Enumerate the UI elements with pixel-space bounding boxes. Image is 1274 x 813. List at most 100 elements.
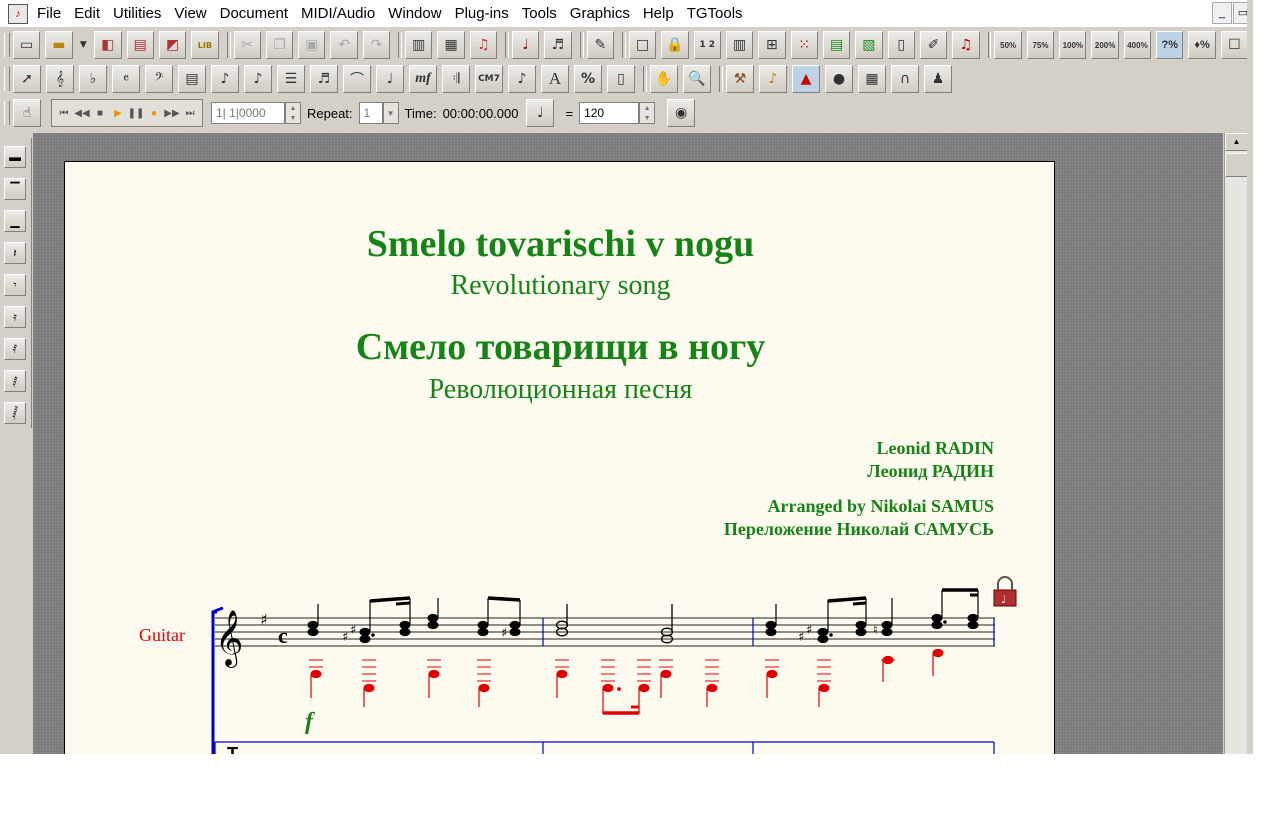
staff-tool-icon[interactable]: 𝄞	[46, 65, 74, 93]
menu-help[interactable]: Help	[638, 0, 682, 27]
clef-icon[interactable]: 𝄢	[145, 65, 173, 93]
zoom-fit-button[interactable]: ♦%	[1188, 31, 1216, 59]
page-edit-icon[interactable]: ✐	[919, 31, 948, 59]
rewind-icon[interactable]: ◀◀	[73, 103, 91, 123]
menu-edit[interactable]: Edit	[69, 0, 108, 27]
hand-grabber-icon[interactable]: ✋	[650, 65, 678, 93]
menu-graphics[interactable]: Graphics	[565, 0, 638, 27]
undo-icon[interactable]: ↶	[330, 31, 358, 59]
lyrics-icon[interactable]: ♪	[508, 65, 536, 93]
scroll-up-icon[interactable]: ▲	[1225, 133, 1248, 151]
page-view-icon[interactable]: ▦	[437, 31, 465, 59]
score-manager-icon[interactable]: ▥	[405, 31, 433, 59]
fast-forward-icon[interactable]: ▶▶	[163, 103, 181, 123]
scroll-thumb[interactable]	[1225, 153, 1248, 177]
forward-end-icon[interactable]: ⏭	[181, 103, 199, 123]
staff-icon[interactable]: ▥	[725, 31, 754, 59]
pause-icon[interactable]: ❚❚	[127, 103, 145, 123]
library-icon[interactable]: LIB	[191, 31, 219, 59]
expression-icon[interactable]: mf	[409, 65, 437, 93]
half-rest-icon[interactable]: ▁	[4, 210, 26, 232]
app-logo-icon[interactable]: ♪	[8, 3, 28, 24]
dropdown-arrow-icon[interactable]: ▼	[78, 31, 90, 59]
hundred-twenty-eighth-rest-icon[interactable]: 𝅂	[4, 402, 26, 424]
print-icon[interactable]: ▤	[126, 31, 154, 59]
smart-shape-icon[interactable]: ⌒	[343, 65, 371, 93]
cut-icon[interactable]: ✂	[233, 31, 261, 59]
menu-file[interactable]: File	[32, 0, 69, 27]
stop-icon[interactable]: ■	[91, 103, 109, 123]
tab-staff[interactable]	[214, 741, 995, 754]
zoom-50-button[interactable]: 50%	[994, 31, 1022, 59]
copy-icon[interactable]: ❐	[265, 31, 294, 59]
score-page[interactable]: Smelo tovarischi v nogu Revolutionary so…	[64, 161, 1055, 754]
zoom-100-button[interactable]: 100%	[1059, 31, 1087, 59]
measure-position-field[interactable]: 1| 1|0000	[211, 102, 285, 124]
simple-entry-icon[interactable]: ♪	[211, 65, 239, 93]
frame-icon[interactable]: □	[628, 31, 657, 59]
menu-plug-ins[interactable]: Plug-ins	[450, 0, 517, 27]
measure-tool-icon[interactable]: ▤	[178, 65, 206, 93]
hammer-icon[interactable]: ⚒	[726, 65, 754, 93]
quarter-rest-icon[interactable]: 𝄽	[4, 242, 26, 264]
measure-numbers-icon[interactable]: 1 2	[693, 31, 721, 59]
text-icon[interactable]: A	[541, 65, 569, 93]
selection-tool-icon[interactable]: ➚	[13, 65, 41, 93]
layer-alt-icon[interactable]: ▧	[855, 31, 883, 59]
zoom-custom-button[interactable]: ?%	[1156, 31, 1184, 59]
paste-icon[interactable]: ▣	[298, 31, 326, 59]
resize-icon[interactable]: %	[574, 65, 602, 93]
zoom-200-button[interactable]: 200%	[1091, 31, 1119, 59]
zoom-75-button[interactable]: 75%	[1026, 31, 1055, 59]
score-notation[interactable]: ♩ 𝄞 ♯ c ♯ ♯ ♯ ♯ ♯ ♮ f T	[65, 162, 1056, 754]
breve-rest-icon[interactable]: ▬	[4, 146, 26, 168]
chord-icon[interactable]: CM7	[475, 65, 503, 93]
minimize-button[interactable]: _	[1212, 2, 1232, 24]
redo-icon[interactable]: ↷	[362, 31, 391, 59]
rewind-start-icon[interactable]: ⏮	[55, 103, 73, 123]
eighth-rest-icon[interactable]: 𝄾	[4, 274, 26, 296]
menu-utilities[interactable]: Utilities	[108, 0, 169, 27]
mixer-icon[interactable]: ♫	[469, 31, 498, 59]
repeat-dropdown[interactable]: ▼	[382, 102, 399, 124]
graphics-tool-icon[interactable]: ▲	[792, 65, 820, 93]
menu-tools[interactable]: Tools	[517, 0, 565, 27]
overflow-tool-icon[interactable]: ☐	[1220, 31, 1249, 59]
repeat-icon[interactable]: 𝄇	[442, 65, 470, 93]
special-tools-icon[interactable]: ▯	[607, 65, 635, 93]
dotted-grid-icon[interactable]: ⁙	[790, 31, 818, 59]
mass-edit-icon[interactable]: ∩	[891, 65, 919, 93]
menu-tgtools[interactable]: TGTools	[682, 0, 751, 27]
speedy-entry-icon[interactable]: ♪	[244, 65, 272, 93]
tempo-note-icon[interactable]: ♩	[526, 99, 555, 127]
staff-styles-icon[interactable]: ▦	[858, 65, 886, 93]
note-shape-icon[interactable]: ●	[825, 65, 853, 93]
sixteenth-rest-icon[interactable]: 𝄿	[4, 306, 26, 328]
menu-document[interactable]: Document	[215, 0, 296, 27]
toolbar-grip[interactable]	[4, 67, 10, 91]
menu-window[interactable]: Window	[383, 0, 449, 27]
playback-hand-icon[interactable]: ☝	[13, 99, 41, 127]
note-mover-icon[interactable]: ♬	[544, 31, 572, 59]
speaker-icon[interactable]: ◉	[667, 99, 696, 127]
microphone-icon[interactable]: ✎	[586, 31, 614, 59]
save-icon[interactable]: ◧	[94, 31, 122, 59]
lock-icon[interactable]: 🔒	[661, 31, 689, 59]
thirty-second-rest-icon[interactable]: 𝅀	[4, 338, 26, 360]
open-folder-icon[interactable]: ▬	[45, 31, 73, 59]
guitar-staff[interactable]	[215, 617, 995, 647]
record-icon[interactable]: ●	[145, 103, 163, 123]
zoom-tool-icon[interactable]: 🔍	[683, 65, 711, 93]
tuplet-icon[interactable]: ♬	[310, 65, 338, 93]
hyperscribe-icon[interactable]: ☰	[277, 65, 305, 93]
library-open-icon[interactable]: ◩	[158, 31, 187, 59]
zoom-400-button[interactable]: 400%	[1123, 31, 1152, 59]
vertical-scrollbar[interactable]: ▲	[1224, 133, 1248, 754]
whole-rest-icon[interactable]: ▔	[4, 178, 26, 200]
playback-icon[interactable]: ♩	[512, 31, 540, 59]
ossia-icon[interactable]: ♟	[924, 65, 952, 93]
play-icon[interactable]: ▶	[109, 103, 127, 123]
menu-view[interactable]: View	[169, 0, 214, 27]
measure-2-notes[interactable]	[555, 604, 674, 644]
measure-position-stepper[interactable]: ▲ ▼	[285, 102, 301, 124]
